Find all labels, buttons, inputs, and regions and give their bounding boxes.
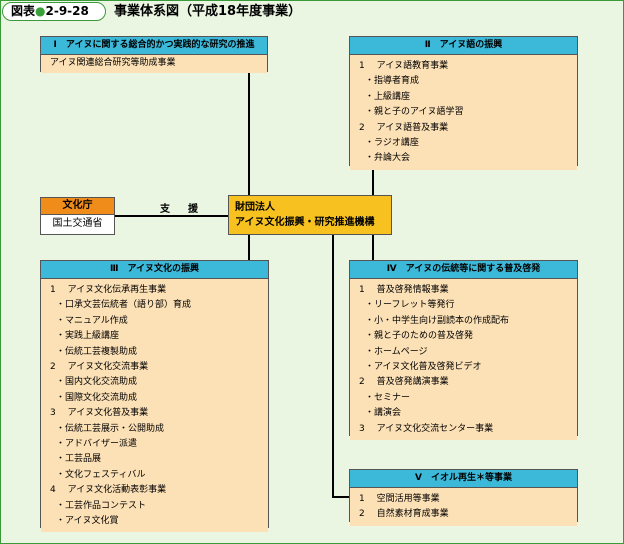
agency-cultural-affairs: 文化庁: [40, 197, 115, 215]
figure-header: 図表●2-9-28 事業体系図（平成18年度事業）: [0, 0, 624, 24]
list-item: ・アイヌ文化普及啓発ビデオ: [365, 362, 482, 373]
list-item: ・小・中学生向け副読本の作成配布: [365, 315, 510, 326]
list-item: アイヌ関連総合研究等助成事業: [50, 58, 176, 68]
connector-agency-to-center: [115, 215, 228, 217]
list-item: ・セミナー: [365, 392, 411, 403]
connector-center-to-box4: [372, 235, 374, 260]
box-iwor-restoration-body: 1 空間活用等事業 2 自然素材育成事業: [350, 488, 577, 526]
connector-center-to-box3: [248, 235, 250, 260]
figure-prefix: 図表: [11, 4, 36, 18]
box-iwor-restoration: Ⅴ イオル再生＊等事業 1 空間活用等事業 2 自然素材育成事業: [349, 469, 578, 526]
list-item: ・ホームページ: [365, 346, 428, 357]
box-awareness-promotion-body: 1 普及啓発情報事業・リーフレット等発行・小・中学生向け副読本の作成配布 ・親と子…: [350, 279, 577, 440]
box-culture-promotion: Ⅲ アイヌ文化の振興 1 アイヌ文化伝承再生事業・口承文芸伝統者（語り部）育成・…: [40, 260, 269, 532]
connector-center-down: [332, 235, 334, 497]
list-item: 2 アイヌ語普及事業: [359, 122, 449, 133]
list-item: 2 アイヌ文化交流事業: [50, 362, 149, 373]
box-research-promotion-body: アイヌ関連総合研究等助成事業: [41, 55, 267, 73]
list-item: ・親と子のための普及啓発: [365, 331, 474, 342]
list-item: ・実践上級講座: [56, 331, 120, 342]
list-item: 1 空間活用等事業: [359, 494, 440, 504]
box-language-promotion-body: 1 アイヌ語教育事業・指導者育成 ・上級講座・親と子のアイヌ語学習 2 アイヌ語普及…: [350, 55, 577, 170]
connector-box1-to-center: [248, 71, 250, 196]
list-item: ・マニュアル作成: [56, 315, 128, 326]
list-item: ・伝統工芸複製助成: [56, 346, 138, 357]
list-item: ・国内文化交流助成: [56, 377, 138, 388]
list-item: ・指導者育成: [365, 76, 420, 87]
foundation-name: アイヌ文化振興・研究推進機構: [235, 217, 375, 228]
list-item: 2 普及啓発講演事業: [359, 377, 449, 388]
list-item: 1 アイヌ文化伝承再生事業: [50, 285, 167, 295]
list-item: ・アドバイザー派遣: [56, 439, 138, 450]
list-item: 2 自然素材育成事業: [359, 509, 449, 520]
list-item: ・弁論大会: [365, 153, 411, 164]
list-item: ・講演会: [365, 408, 402, 419]
list-item: ・親と子のアイヌ語学習: [365, 107, 464, 118]
figure-number: 2-9-28: [45, 4, 89, 18]
list-item: ・口承文芸伝統者（語り部）育成: [56, 300, 192, 311]
list-item: 1 アイヌ語教育事業: [359, 61, 449, 71]
box-research-promotion-title: Ⅰ アイヌに関する総合的かつ実践的な研究の推進: [41, 37, 267, 55]
box-language-promotion: Ⅱ アイヌ語の振興 1 アイヌ語教育事業・指導者育成 ・上級講座・親と子のアイヌ語…: [349, 36, 578, 170]
list-item: 1 普及啓発情報事業: [359, 285, 449, 295]
list-item: ・リーフレット等発行: [365, 300, 455, 311]
box-awareness-promotion-title: Ⅳ アイヌの伝統等に関する普及啓発: [350, 261, 577, 279]
agency-mlit: 国土交通省: [40, 215, 115, 235]
box-awareness-promotion: Ⅳ アイヌの伝統等に関する普及啓発 1 普及啓発情報事業・リーフレット等発行・小…: [349, 260, 578, 440]
list-item: ・アイヌ文化賞: [56, 516, 119, 527]
figure-title: 事業体系図（平成18年度事業）: [114, 4, 302, 19]
list-item: ・伝統工芸展示・公開助成: [56, 423, 165, 434]
list-item: ・工芸品展: [56, 454, 102, 465]
list-item: ・文化フェスティバル: [56, 469, 146, 480]
box-research-promotion: Ⅰ アイヌに関する総合的かつ実践的な研究の推進 アイヌ関連総合研究等助成事業: [40, 36, 268, 73]
box-language-promotion-title: Ⅱ アイヌ語の振興: [350, 37, 577, 55]
list-item: ・ラジオ講座: [365, 138, 419, 149]
list-item: ・国際文化交流助成: [56, 392, 138, 403]
box-culture-promotion-title: Ⅲ アイヌ文化の振興: [41, 261, 268, 279]
list-item: 3 アイヌ文化交流センター事業: [359, 423, 494, 434]
list-item: ・工芸作品コンテスト: [56, 500, 147, 511]
box-culture-promotion-body: 1 アイヌ文化伝承再生事業・口承文芸伝統者（語り部）育成 ・マニュアル作成 ・実践上…: [41, 279, 268, 532]
support-label: 支 援: [160, 204, 202, 215]
list-item: 3 アイヌ文化普及事業: [50, 408, 149, 419]
list-item: 4 アイヌ文化活動表彰事業: [50, 485, 167, 496]
foundation-box: 財団法人 アイヌ文化振興・研究推進機構: [228, 195, 392, 235]
connector-to-box5: [332, 496, 350, 498]
box-iwor-restoration-title: Ⅴ イオル再生＊等事業: [350, 470, 577, 488]
foundation-type: 財団法人: [235, 202, 275, 213]
figure-number-tag: 図表●2-9-28: [2, 2, 106, 21]
figure-dot: ●: [35, 4, 46, 18]
list-item: ・上級講座: [365, 91, 411, 102]
